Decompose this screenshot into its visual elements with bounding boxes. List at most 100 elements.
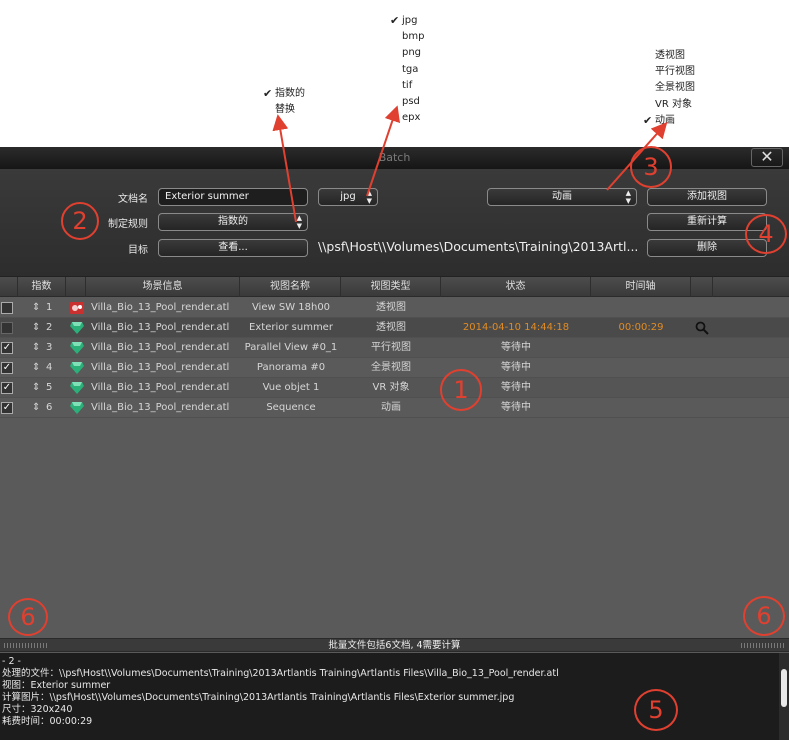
view-type-menu-callout: 透视图 平行视图 全景视图 VR 对象 ✔ 动画 (643, 48, 695, 129)
gem-icon (70, 382, 84, 394)
row-checkbox[interactable] (1, 302, 13, 314)
splitter-bar[interactable]: 批量文件包括6文档, 4需要计算 (0, 638, 789, 652)
rule-dropdown[interactable]: 指数的 ▲ ▼ (158, 213, 308, 231)
row-scene: Villa_Bio_13_Pool_render.atl (91, 362, 230, 373)
annotation-2: 2 (61, 202, 99, 240)
header-scene[interactable]: 场景信息 (86, 277, 240, 297)
header-index[interactable]: 指数 (18, 277, 66, 297)
table-row[interactable]: ⇕ 2 Villa_Bio_13_Pool_render.atl Exterio… (0, 318, 789, 338)
table-row[interactable]: ✓ ⇕ 3 Villa_Bio_13_Pool_render.atl Paral… (0, 338, 789, 358)
target-label: 目标 (128, 245, 148, 256)
close-button[interactable]: ✕ (751, 148, 783, 167)
row-view-type: 平行视图 (371, 342, 411, 353)
header-time[interactable]: 时间轴 (591, 277, 691, 297)
format-menu-item[interactable]: bmp (390, 29, 424, 45)
header-checkbox-col (0, 277, 18, 297)
checkmark-icon: ✔ (390, 14, 400, 27)
row-time (591, 298, 691, 318)
view-menu-item[interactable]: ✔ 动画 (643, 113, 695, 129)
gem-icon (70, 322, 84, 334)
annotation-4: 4 (745, 214, 787, 254)
row-time (591, 378, 691, 398)
row-scene: Villa_Bio_13_Pool_render.atl (91, 342, 230, 353)
row-view-type: 全景视图 (371, 362, 411, 373)
row-view-name: Exterior summer (249, 322, 333, 333)
row-view-name: Sequence (266, 402, 316, 413)
row-index: 1 (46, 302, 53, 313)
rule-value: 指数的 (218, 216, 248, 227)
annotation-1: 1 (440, 369, 482, 411)
header-view-name[interactable]: 视图名称 (240, 277, 341, 297)
summary-text: 批量文件包括6文档, 4需要计算 (328, 640, 461, 651)
format-menu-item[interactable]: ✔ jpg (390, 13, 424, 29)
log-line: - 2 - (2, 656, 21, 667)
row-time (591, 398, 691, 418)
target-path: \\psf\Host\\Volumes\Documents\Training\2… (318, 239, 639, 254)
table-row[interactable]: ✓ ⇕ 5 Villa_Bio_13_Pool_render.atl Vue o… (0, 378, 789, 398)
sort-arrows-icon[interactable]: ⇕ (32, 398, 40, 418)
header-extra (691, 277, 713, 297)
annotation-3: 3 (630, 146, 672, 188)
row-index: 4 (46, 362, 53, 373)
view-menu-item[interactable]: 平行视图 (643, 64, 695, 80)
table-header: 指数 场景信息 视图名称 视图类型 状态 时间轴 (0, 277, 789, 297)
row-index: 3 (46, 342, 53, 353)
view-type-dropdown[interactable]: 动画 ▲ ▼ (487, 188, 637, 206)
row-checkbox[interactable]: ✓ (1, 342, 13, 354)
format-menu-item[interactable]: tif (390, 78, 424, 94)
table-row[interactable]: ⇕ 1 Villa_Bio_13_Pool_render.atl View SW… (0, 298, 789, 318)
row-scene: Villa_Bio_13_Pool_render.atl (91, 302, 230, 313)
row-checkbox[interactable]: ✓ (1, 382, 13, 394)
updown-arrow-icon: ▲ ▼ (366, 189, 372, 205)
format-dropdown[interactable]: jpg ▲ ▼ (318, 188, 378, 206)
checkmark-icon: ✔ (643, 113, 653, 127)
header-status[interactable]: 状态 (441, 277, 591, 297)
rule-menu-item[interactable]: ✔ 指数的 (263, 86, 305, 102)
row-scene: Villa_Bio_13_Pool_render.atl (91, 382, 230, 393)
view-menu-item[interactable]: 透视图 (643, 48, 695, 64)
row-index: 6 (46, 402, 53, 413)
add-view-button[interactable]: 添加视图 (647, 188, 767, 206)
scrollbar-thumb[interactable] (781, 669, 787, 707)
filename-input[interactable]: Exterior summer (158, 188, 308, 206)
row-scene: Villa_Bio_13_Pool_render.atl (91, 322, 230, 333)
format-menu-callout: ✔ jpg bmp png tga tif psd epx (390, 13, 424, 126)
header-view-type[interactable]: 视图类型 (341, 277, 441, 297)
sort-arrows-icon[interactable]: ⇕ (32, 338, 40, 358)
row-view-type: 透视图 (376, 302, 406, 313)
magnifier-icon[interactable] (695, 321, 709, 335)
row-checkbox[interactable]: ✓ (1, 402, 13, 414)
format-value: jpg (340, 191, 356, 202)
row-checkbox[interactable]: ✓ (1, 362, 13, 374)
row-time (591, 338, 691, 358)
row-checkbox[interactable] (1, 322, 13, 334)
checkmark-icon: ✔ (263, 87, 273, 100)
annotation-6-right: 6 (743, 596, 785, 636)
sort-arrows-icon[interactable]: ⇕ (32, 378, 40, 398)
format-menu-item[interactable]: tga (390, 62, 424, 78)
view-menu-item[interactable]: 全景视图 (643, 80, 695, 96)
rule-menu-item[interactable]: 替换 (263, 102, 305, 118)
batch-table: ⇕ 1 Villa_Bio_13_Pool_render.atl View SW… (0, 298, 789, 418)
row-view-type: 动画 (381, 402, 401, 413)
row-time: 00:00:29 (618, 322, 664, 333)
row-status: 2014-04-10 14:44:18 (462, 322, 570, 333)
view-menu-item[interactable]: VR 对象 (643, 97, 695, 113)
log-scrollbar[interactable] (779, 653, 789, 740)
gem-icon (70, 362, 84, 374)
sort-arrows-icon[interactable]: ⇕ (32, 358, 40, 378)
sort-arrows-icon[interactable]: ⇕ (32, 298, 40, 318)
row-index: 2 (46, 322, 53, 333)
table-row[interactable]: ✓ ⇕ 6 Villa_Bio_13_Pool_render.atl Seque… (0, 398, 789, 418)
browse-button[interactable]: 查看... (158, 239, 308, 257)
format-menu-item[interactable]: psd (390, 94, 424, 110)
sort-arrows-icon[interactable]: ⇕ (32, 318, 40, 338)
row-time (591, 358, 691, 378)
batch-window: Batch ✕ 文档名 Exterior summer jpg ▲ ▼ 制定规则 … (0, 147, 789, 740)
gem-icon (70, 342, 84, 354)
format-menu-item[interactable]: epx (390, 110, 424, 126)
row-index: 5 (46, 382, 53, 393)
resize-grip-right[interactable] (741, 643, 785, 648)
format-menu-item[interactable]: png (390, 45, 424, 61)
table-row[interactable]: ✓ ⇕ 4 Villa_Bio_13_Pool_render.atl Panor… (0, 358, 789, 378)
